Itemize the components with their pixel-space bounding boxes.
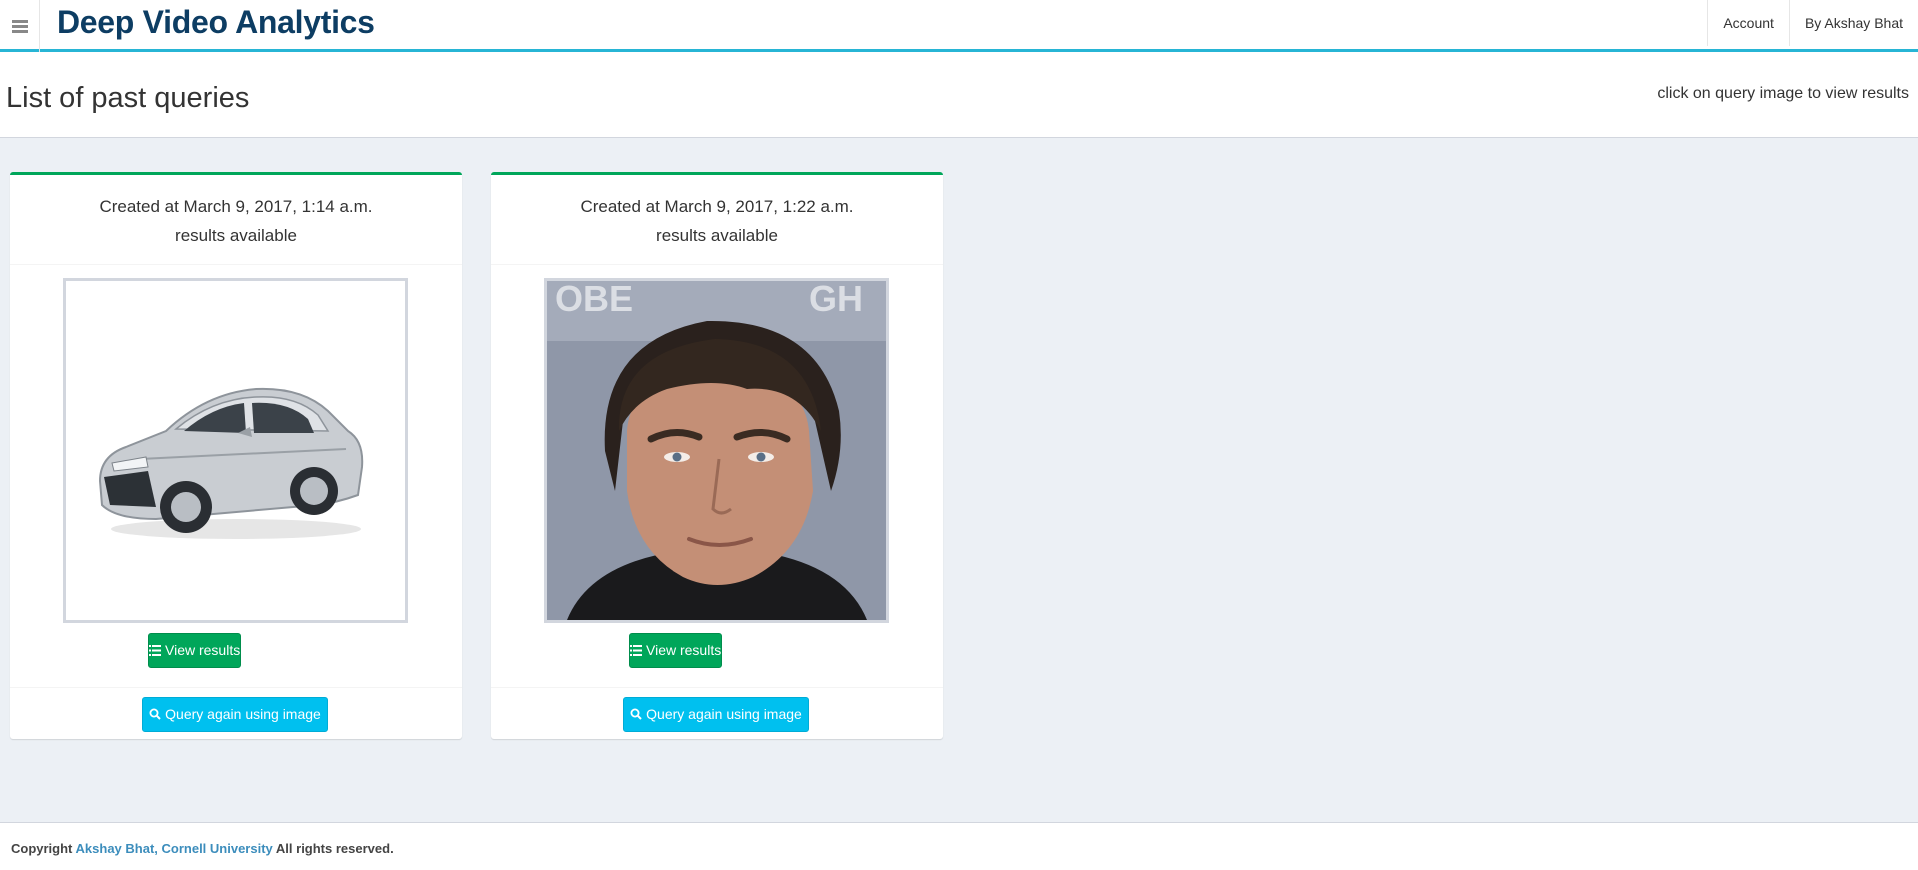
query-card: Created at March 9, 2017, 1:14 a.m. resu… (10, 172, 462, 739)
page-hint: click on query image to view results (1657, 85, 1909, 102)
view-results-button[interactable]: View results (148, 633, 241, 668)
list-icon (149, 635, 161, 668)
page-footer: Copyright Akshay Bhat, Cornell Universit… (0, 822, 1918, 870)
card-footer: Query again using image (10, 687, 462, 739)
copyright-suffix: All rights reserved. (275, 841, 394, 856)
card-footer: Query again using image (491, 687, 943, 739)
query-status: results available (656, 226, 778, 245)
nav-account-link[interactable]: Account (1707, 0, 1789, 46)
svg-text:OBE: OBE (555, 281, 633, 319)
query-again-label: Query again using image (646, 706, 802, 722)
content-header: List of past queries click on query imag… (0, 52, 1918, 138)
query-card: Created at March 9, 2017, 1:22 a.m. resu… (491, 172, 943, 739)
copyright-prefix: Copyright (11, 841, 73, 856)
portrait-icon: OBE GH (547, 281, 886, 620)
created-timestamp: Created at March 9, 2017, 1:22 a.m. (580, 197, 854, 216)
card-header: Created at March 9, 2017, 1:14 a.m. resu… (10, 175, 462, 265)
hamburger-icon (11, 20, 28, 33)
svg-text:GH: GH (809, 281, 863, 319)
car-icon (66, 281, 405, 620)
view-results-label: View results (165, 642, 241, 658)
car-image[interactable] (63, 278, 408, 623)
card-header: Created at March 9, 2017, 1:22 a.m. resu… (491, 175, 943, 265)
top-navbar: Deep Video Analytics Account By Akshay B… (0, 0, 1918, 52)
list-icon (630, 635, 642, 668)
search-icon (630, 699, 642, 732)
view-results-label: View results (646, 642, 722, 658)
query-again-button[interactable]: Query again using image (623, 697, 809, 732)
created-timestamp: Created at March 9, 2017, 1:14 a.m. (99, 197, 373, 216)
view-results-button[interactable]: View results (629, 633, 722, 668)
query-status: results available (175, 226, 297, 245)
sidebar-toggle-button[interactable] (0, 0, 40, 52)
page-title: List of past queries (6, 82, 250, 114)
query-again-label: Query again using image (165, 706, 321, 722)
face-portrait-image[interactable]: OBE GH (544, 278, 889, 623)
query-again-button[interactable]: Query again using image (142, 697, 328, 732)
search-icon (149, 699, 161, 732)
brand-title[interactable]: Deep Video Analytics (57, 2, 375, 42)
nav-author-link[interactable]: By Akshay Bhat (1788, 0, 1918, 46)
nav-right: Account By Akshay Bhat (1707, 0, 1918, 49)
author-link[interactable]: Akshay Bhat, Cornell University (76, 841, 273, 856)
